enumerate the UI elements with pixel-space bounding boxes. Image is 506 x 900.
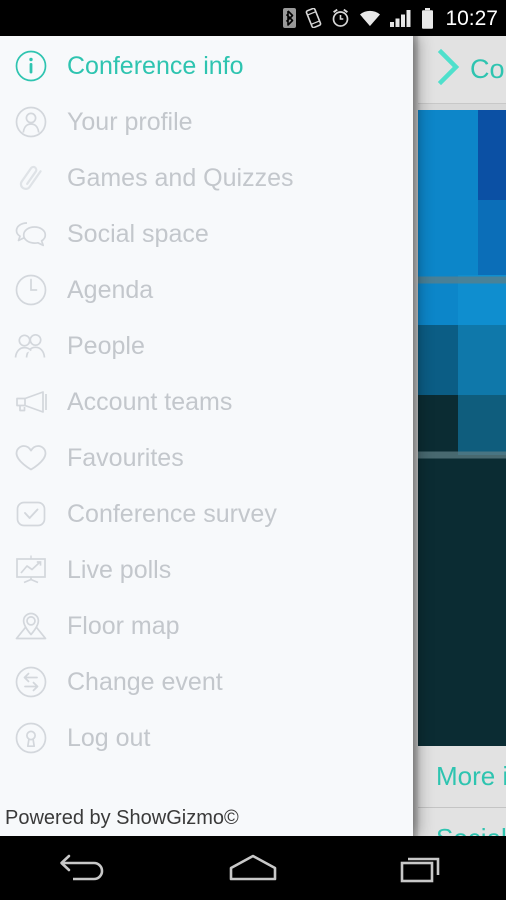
content-header: Con bbox=[418, 36, 506, 104]
sidebar-item-favourites[interactable]: Favourites bbox=[0, 430, 413, 486]
sidebar-item-label: Social space bbox=[67, 219, 209, 248]
sidebar-item-games-and-quizzes[interactable]: Games and Quizzes bbox=[0, 150, 413, 206]
content-title: Con bbox=[470, 54, 506, 84]
sidebar-item-floor-map[interactable]: Floor map bbox=[0, 598, 413, 654]
home-icon bbox=[225, 851, 281, 885]
bluetooth-icon bbox=[283, 8, 297, 28]
sidebar-item-your-profile[interactable]: Your profile bbox=[0, 94, 413, 150]
drawer-menu: Conference info Your profile Games and Q… bbox=[0, 38, 413, 766]
sidebar-item-label: Floor map bbox=[67, 611, 180, 640]
status-bar-clock: 10:27 bbox=[445, 6, 498, 30]
recent-apps-icon bbox=[397, 851, 447, 885]
user-circle-icon bbox=[11, 102, 51, 142]
home-button[interactable] bbox=[169, 836, 338, 900]
powered-by-footer: Powered by ShowGizmo© bbox=[5, 807, 239, 829]
sidebar-item-label: Live polls bbox=[67, 555, 172, 584]
sidebar-item-people[interactable]: People bbox=[0, 318, 413, 374]
sidebar-item-label: Log out bbox=[67, 723, 151, 752]
wifi-icon bbox=[359, 8, 381, 28]
sidebar-item-change-event[interactable]: Change event bbox=[0, 654, 413, 710]
chart-board-icon bbox=[11, 550, 51, 590]
list-item[interactable]: Social bbox=[418, 808, 506, 836]
status-bar-icons bbox=[283, 7, 434, 29]
sidebar-item-label: Favourites bbox=[67, 443, 184, 472]
sidebar-item-label: Conference survey bbox=[67, 499, 277, 528]
sidebar-item-account-teams[interactable]: Account teams bbox=[0, 374, 413, 430]
sidebar-item-agenda[interactable]: Agenda bbox=[0, 262, 413, 318]
info-circle-icon bbox=[11, 46, 51, 86]
sidebar-item-log-out[interactable]: Log out bbox=[0, 710, 413, 766]
hero-banner-image bbox=[418, 110, 506, 746]
status-bar: 10:27 bbox=[0, 0, 506, 36]
exchange-circle-icon bbox=[11, 662, 51, 702]
sidebar-item-label: Games and Quizzes bbox=[67, 163, 294, 192]
heart-icon bbox=[11, 438, 51, 478]
content-list: More i Social bbox=[418, 746, 506, 836]
sidebar-item-label: Account teams bbox=[67, 387, 233, 416]
sidebar-item-label: Conference info bbox=[67, 51, 244, 80]
alarm-icon bbox=[331, 8, 350, 28]
sidebar-item-social-space[interactable]: Social space bbox=[0, 206, 413, 262]
signal-icon bbox=[390, 8, 412, 28]
clock-icon bbox=[11, 270, 51, 310]
sidebar-item-label: People bbox=[67, 331, 145, 360]
check-square-icon bbox=[11, 494, 51, 534]
battery-icon bbox=[421, 7, 434, 29]
sidebar-item-live-polls[interactable]: Live polls bbox=[0, 542, 413, 598]
sidebar-item-conference-info[interactable]: Conference info bbox=[0, 38, 413, 94]
sidebar-item-label: Agenda bbox=[67, 275, 154, 304]
people-icon bbox=[11, 326, 51, 366]
back-arrow-icon bbox=[57, 851, 111, 885]
navigation-drawer: Conference info Your profile Games and Q… bbox=[0, 36, 413, 836]
sidebar-item-conference-survey[interactable]: Conference survey bbox=[0, 486, 413, 542]
recents-button[interactable] bbox=[337, 836, 506, 900]
keyhole-circle-icon bbox=[11, 718, 51, 758]
sidebar-item-label: Change event bbox=[67, 667, 223, 696]
back-button[interactable] bbox=[0, 836, 169, 900]
chevron-right-icon[interactable] bbox=[436, 47, 462, 92]
list-item-label: Social bbox=[436, 823, 506, 836]
megaphone-icon bbox=[11, 382, 51, 422]
sidebar-item-label: Your profile bbox=[67, 107, 193, 136]
vibrate-icon bbox=[305, 8, 322, 28]
paperclip-icon bbox=[11, 158, 51, 198]
list-item[interactable]: More i bbox=[418, 746, 506, 808]
map-pin-icon bbox=[11, 606, 51, 646]
android-navigation-bar bbox=[0, 836, 506, 900]
chat-bubbles-icon bbox=[11, 214, 51, 254]
list-item-label: More i bbox=[436, 761, 506, 791]
phone-screen: 10:27 Con Mo bbox=[0, 0, 506, 900]
